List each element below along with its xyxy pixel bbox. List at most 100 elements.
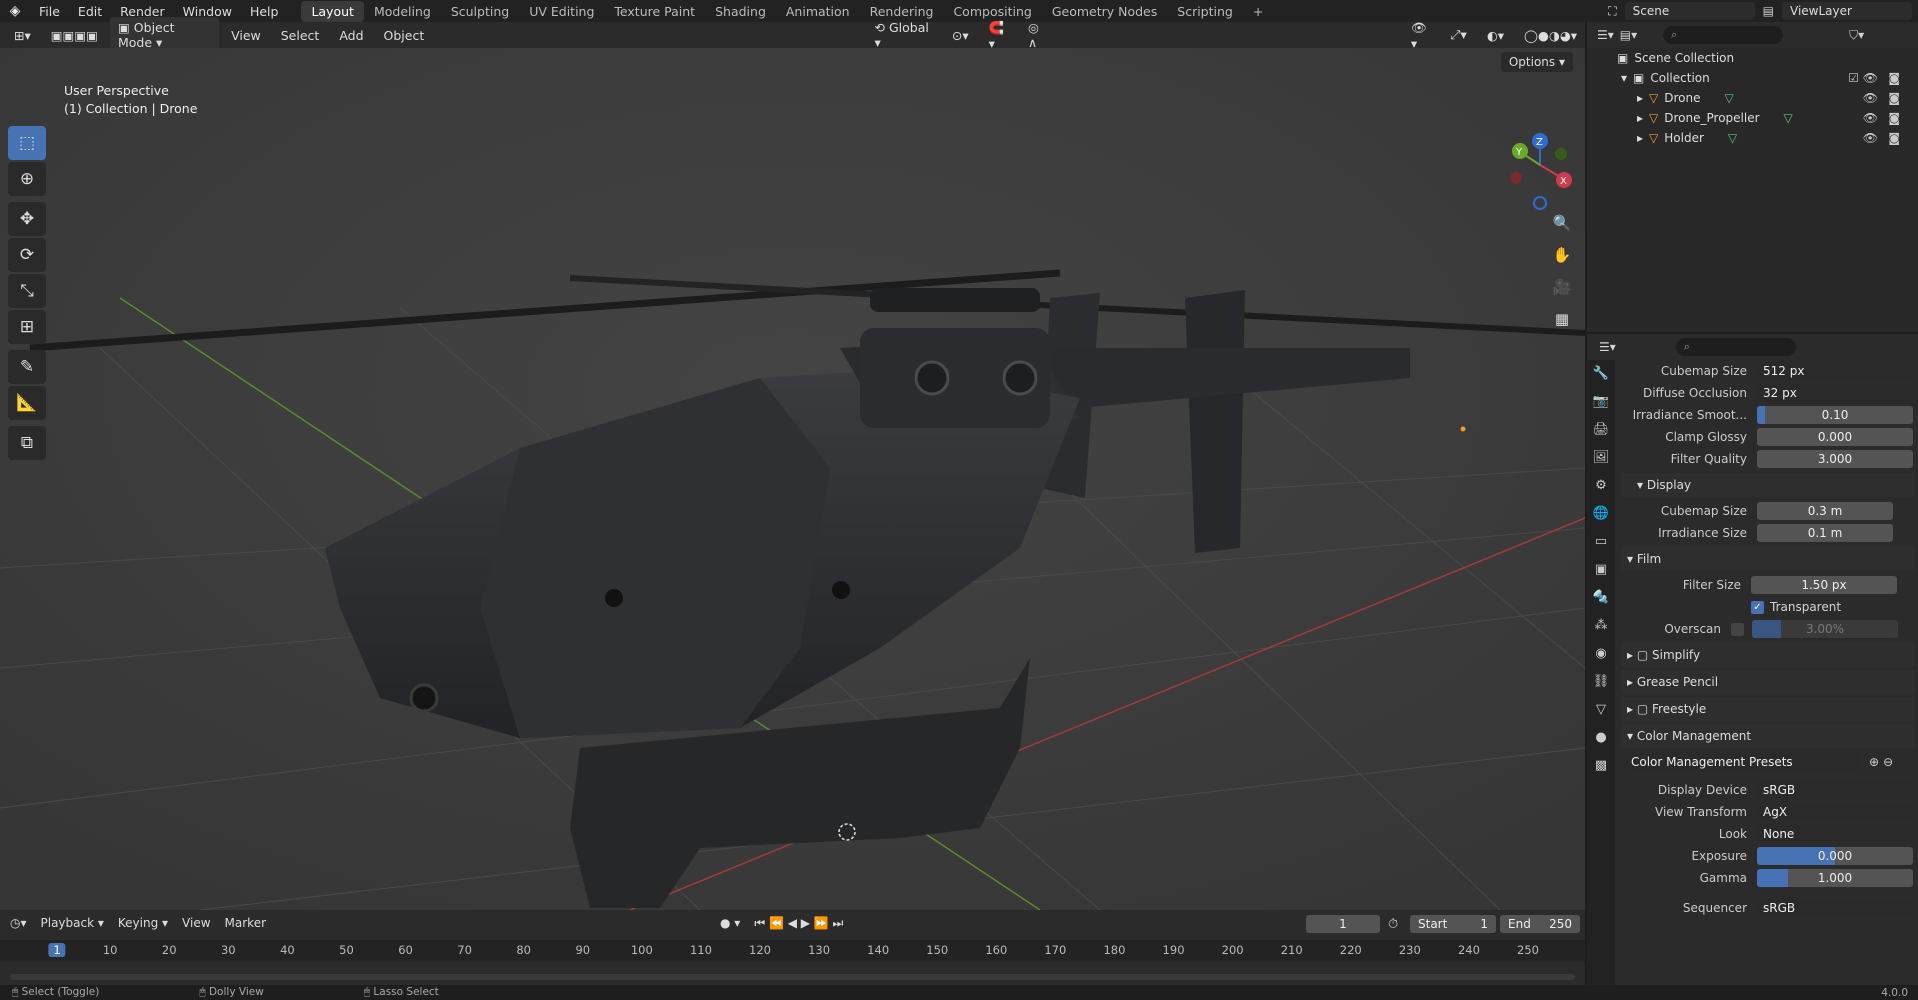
tab-sculpting[interactable]: Sculpting	[441, 1, 519, 22]
texture-tab-icon[interactable]: ▩	[1591, 758, 1611, 778]
freestyle-section-header[interactable]: ▸ ▢ Freestyle	[1621, 697, 1915, 721]
scale-icon[interactable]: ⤡	[8, 274, 46, 308]
pan-hand-icon[interactable]: ✋	[1549, 242, 1575, 268]
tab-uv-editing[interactable]: UV Editing	[519, 1, 604, 22]
overlay-toggle-icon[interactable]: ◐▾	[1479, 25, 1512, 46]
tab-scripting[interactable]: Scripting	[1167, 1, 1243, 22]
properties-search-input[interactable]: ⌕	[1675, 338, 1796, 356]
menu-marker[interactable]: Marker	[225, 916, 266, 930]
tab-texture-paint[interactable]: Texture Paint	[604, 1, 705, 22]
render-camera-icon[interactable]: ◙	[1888, 131, 1900, 145]
gamma-slider[interactable]: 1.000	[1757, 869, 1913, 887]
material-tab-icon[interactable]: ●	[1591, 730, 1611, 750]
outliner-editor-icon[interactable]: ☰▾	[1597, 28, 1614, 42]
filter-icon[interactable]: ⛉▾	[1849, 28, 1864, 43]
data-tab-icon[interactable]: ▽	[1591, 702, 1611, 722]
world-tab-icon[interactable]: 🌐	[1591, 506, 1611, 526]
grease-pencil-section-header[interactable]: ▸ Grease Pencil	[1621, 670, 1915, 694]
tab-geometry-nodes[interactable]: Geometry Nodes	[1042, 1, 1167, 22]
output-tab-icon[interactable]: 🖨	[1591, 422, 1611, 442]
display-cubemap-size-field[interactable]: 0.3 m	[1757, 502, 1893, 520]
overscan-field[interactable]: 3.00%	[1752, 620, 1898, 638]
current-frame-field[interactable]: 1	[1306, 915, 1380, 933]
render-tab-icon[interactable]: 📷	[1591, 394, 1611, 414]
particles-tab-icon[interactable]: ⁂	[1591, 618, 1611, 638]
expand-icon[interactable]: ▸	[1637, 131, 1643, 145]
measure-icon[interactable]: 📐	[8, 386, 46, 420]
options-dropdown[interactable]: Options ▾	[1500, 52, 1573, 72]
physics-tab-icon[interactable]: ◉	[1591, 646, 1611, 666]
add-preset-icon[interactable]: ⊕	[1869, 755, 1879, 769]
object-tab-icon[interactable]: ▣	[1591, 562, 1611, 582]
3d-viewport[interactable]: Z X Y Options ▾ User Perspective (1) Col…	[0, 48, 1585, 910]
film-section-header[interactable]: ▾ Film	[1621, 547, 1915, 571]
add-cube-icon[interactable]: ⧉	[8, 426, 46, 460]
camera-view-icon[interactable]: 🎥	[1549, 274, 1575, 300]
zoom-icon[interactable]: 🔍	[1549, 210, 1575, 236]
menu-keying[interactable]: Keying ▾	[118, 916, 168, 930]
color-management-presets-dropdown[interactable]: Color Management Presets	[1625, 753, 1861, 771]
tab-animation[interactable]: Animation	[776, 1, 860, 22]
expand-icon[interactable]: ▾	[1621, 71, 1627, 85]
frame-ruler[interactable]: 1 10 20 30 40 50 60 70 80 90 100 110 120 130 140 150 160…	[0, 940, 1585, 962]
pivot-icon[interactable]: ⊙▾	[944, 25, 977, 46]
transparent-checkbox[interactable]: ✓	[1751, 600, 1764, 614]
menu-add[interactable]: Add	[331, 25, 371, 46]
overscan-checkbox[interactable]	[1731, 622, 1744, 636]
outliner-row-collection[interactable]: ▾ ▣ Collection ☑ 👁 ◙	[1587, 68, 1918, 88]
display-section-header[interactable]: ▾ Display	[1621, 473, 1915, 497]
tab-layout[interactable]: Layout	[301, 0, 364, 22]
menu-view[interactable]: View	[223, 25, 269, 46]
scene-field[interactable]: Scene	[1624, 2, 1755, 20]
display-irradiance-size-field[interactable]: 0.1 m	[1757, 524, 1893, 542]
constraints-tab-icon[interactable]: ⛓	[1591, 674, 1611, 694]
visibility-eye-icon[interactable]: 👁	[1863, 131, 1878, 145]
filter-quality-field[interactable]: 3.000	[1757, 450, 1913, 468]
menu-help[interactable]: Help	[241, 4, 288, 19]
filter-size-field[interactable]: 1.50 px	[1751, 576, 1897, 594]
timeline-editor-icon[interactable]: ◷▾	[10, 916, 27, 930]
gizmo-toggle-icon[interactable]: ⤢▾	[1443, 24, 1475, 46]
menu-object[interactable]: Object	[376, 25, 433, 46]
menu-edit[interactable]: Edit	[69, 4, 111, 19]
scene-tab-icon[interactable]: ⚙	[1591, 478, 1611, 498]
irradiance-smoothing-slider[interactable]: 0.10	[1757, 406, 1913, 424]
display-mode-icon[interactable]: ▤▾	[1620, 28, 1637, 42]
annotate-icon[interactable]: ✎	[8, 350, 46, 384]
modifier-tab-icon[interactable]: 🔩	[1591, 590, 1611, 610]
display-device-dropdown[interactable]: sRGB	[1757, 781, 1913, 799]
tab-modeling[interactable]: Modeling	[364, 1, 441, 22]
blender-logo-icon[interactable]: ◈	[0, 3, 30, 19]
shading-modes-icon[interactable]: ◯●◑◕▾	[1516, 25, 1585, 46]
tab-shading[interactable]: Shading	[705, 1, 776, 22]
menu-playback[interactable]: Playback ▾	[41, 916, 104, 930]
remove-preset-icon[interactable]: ⊖	[1883, 755, 1893, 769]
rotate-icon[interactable]: ⟳	[8, 238, 46, 272]
outliner-row-drone[interactable]: ▸ ▽ Drone ▽ 👁 ◙	[1587, 88, 1918, 108]
menu-timeline-view[interactable]: View	[182, 916, 210, 930]
transform-icon[interactable]: ⊞	[8, 310, 46, 344]
playback-controls-icon[interactable]: ⏮ ⏪ ◀ ▶ ⏩ ⏭	[754, 916, 843, 931]
visibility-eye-icon[interactable]: 👁	[1863, 91, 1878, 105]
stopwatch-icon[interactable]: ⏱	[1388, 917, 1398, 932]
render-camera-icon[interactable]: ◙	[1888, 91, 1900, 105]
clamp-glossy-field[interactable]: 0.000	[1757, 428, 1913, 446]
timeline-scrollbar[interactable]	[10, 974, 1575, 980]
editor-type-icon[interactable]: ⊞▾	[6, 25, 39, 46]
exposure-slider[interactable]: 0.000	[1757, 847, 1913, 865]
end-frame-field[interactable]: End 250	[1500, 915, 1580, 933]
ortho-grid-icon[interactable]: ▦	[1549, 306, 1575, 332]
simplify-section-header[interactable]: ▸ ▢ Simplify	[1621, 643, 1915, 667]
checkbox-eye-icon[interactable]: ☑ 👁	[1848, 71, 1878, 85]
tool-tab-icon[interactable]: 🔧	[1591, 366, 1611, 386]
view-layer-tab-icon[interactable]: 🖼	[1591, 450, 1611, 470]
expand-icon[interactable]: ▸	[1637, 91, 1643, 105]
visibility-eye-icon[interactable]: 👁	[1863, 111, 1878, 125]
cursor-icon[interactable]: ⊕	[8, 162, 46, 196]
properties-editor-icon[interactable]: ☰▾	[1599, 340, 1616, 354]
render-camera-icon[interactable]: ◙	[1888, 71, 1900, 85]
color-management-section-header[interactable]: ▾ Color Management	[1621, 724, 1915, 748]
select-box-icon[interactable]: ⬚	[8, 126, 46, 160]
render-camera-icon[interactable]: ◙	[1888, 111, 1900, 125]
diffuse-occlusion-dropdown[interactable]: 32 px	[1757, 384, 1913, 402]
